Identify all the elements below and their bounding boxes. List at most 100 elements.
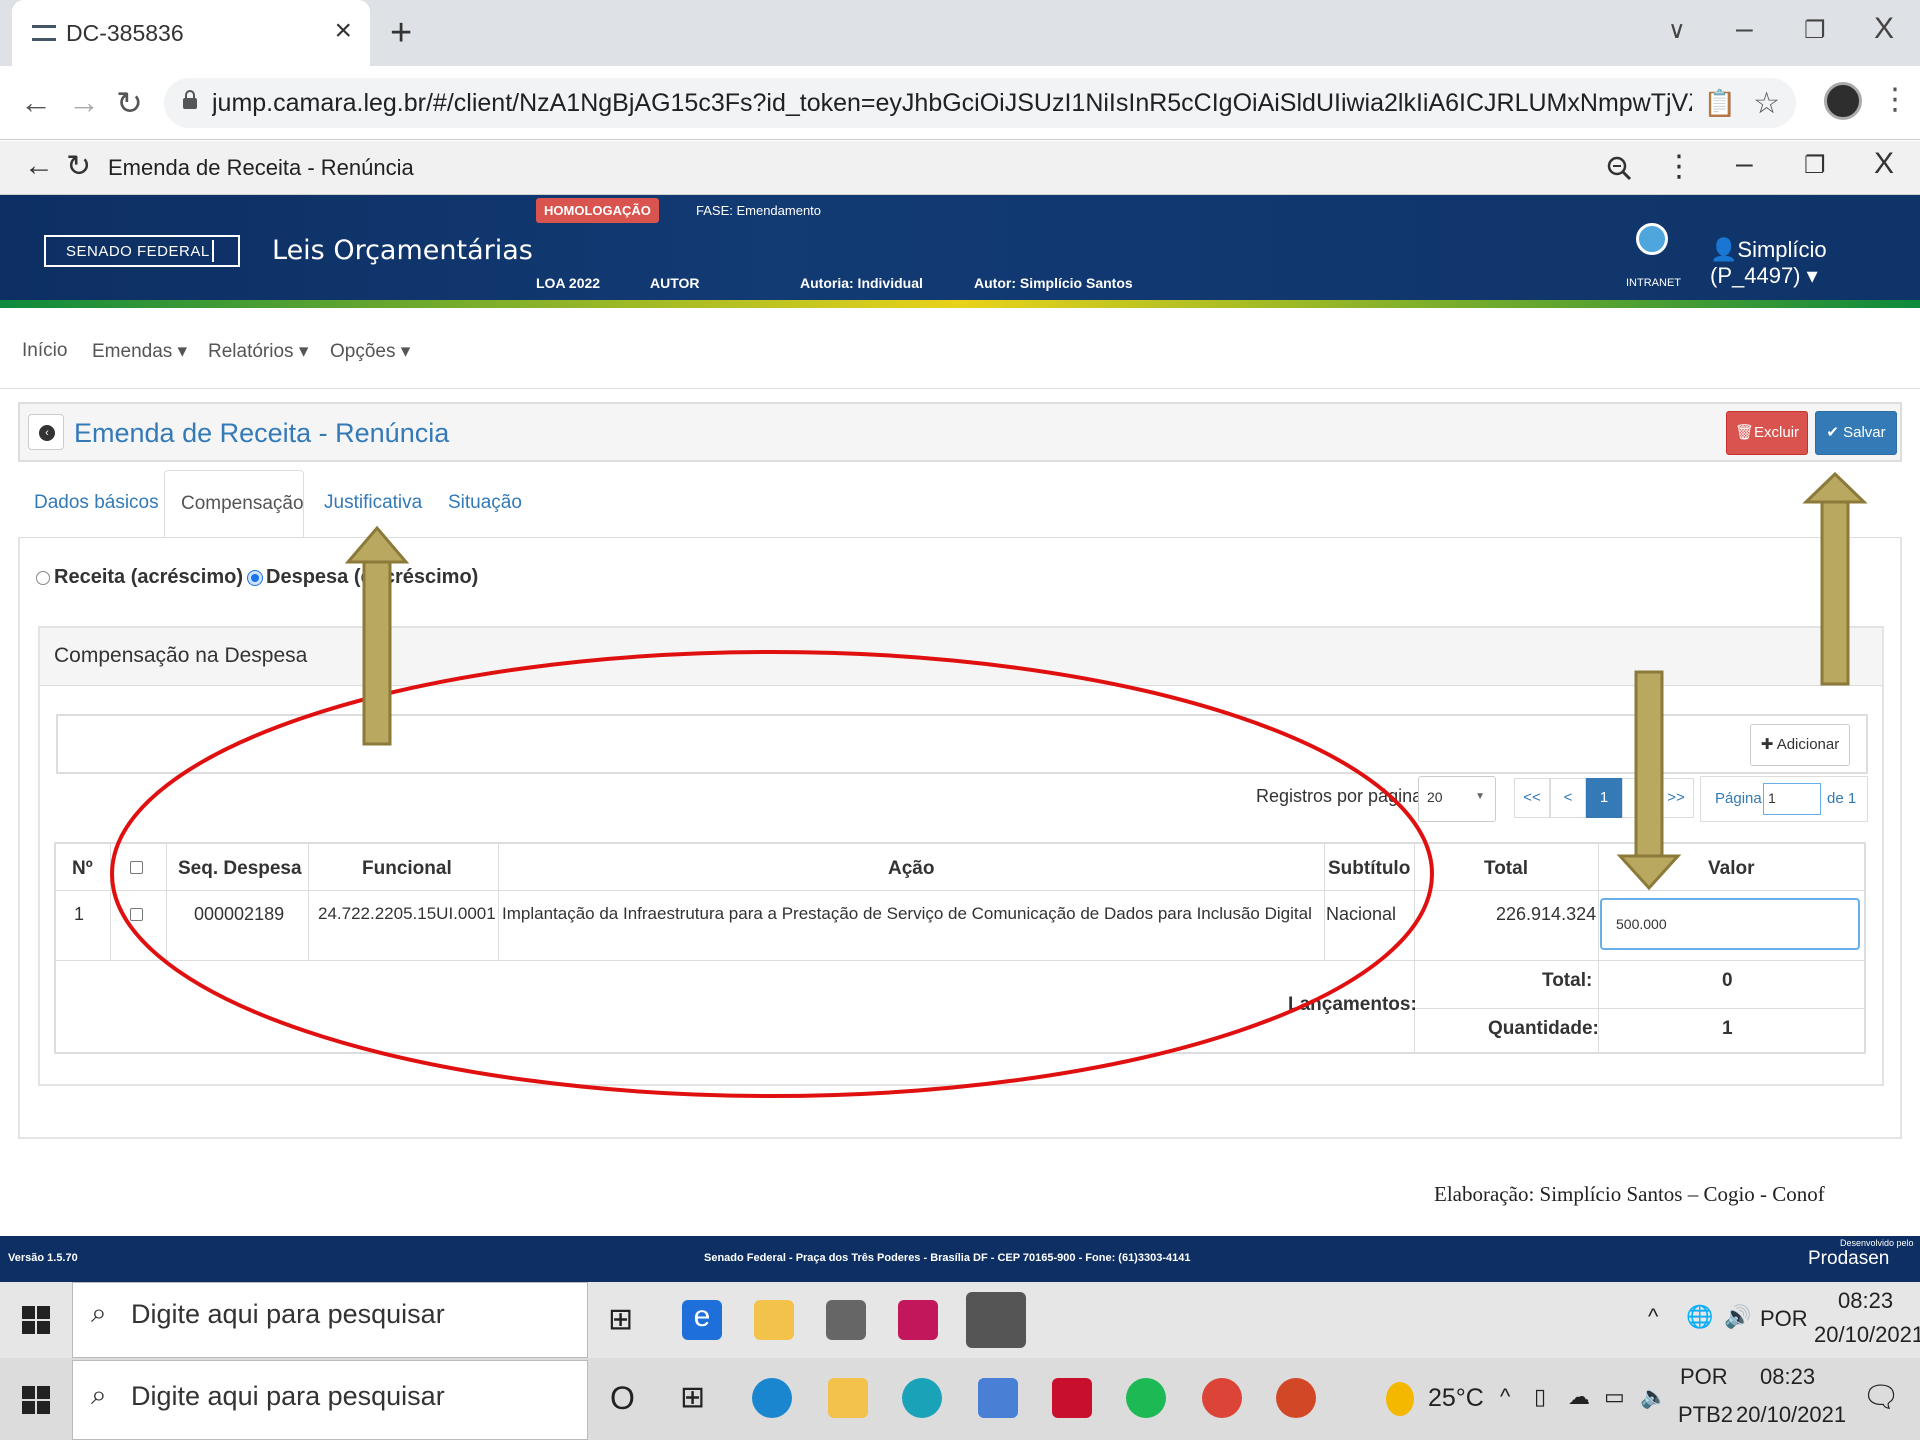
logo-text: SENADO FEDERAL bbox=[66, 243, 210, 260]
tab-justificativa[interactable]: Justificativa bbox=[324, 470, 422, 538]
app-refresh-icon[interactable]: ↻ bbox=[66, 149, 91, 184]
page-input[interactable]: 1 bbox=[1763, 783, 1821, 815]
footer-address: Senado Federal - Praça dos Três Poderes … bbox=[704, 1252, 1191, 1264]
weather-sun-icon[interactable] bbox=[1386, 1382, 1414, 1416]
records-per-page-select[interactable]: 20 ▼ bbox=[1418, 776, 1496, 822]
search-app-icon[interactable] bbox=[902, 1378, 942, 1418]
onedrive-icon[interactable]: ☁ bbox=[1568, 1384, 1590, 1410]
remote-lang[interactable]: POR bbox=[1760, 1306, 1808, 1332]
zoom-icon[interactable] bbox=[1606, 155, 1632, 181]
remote-search-box[interactable]: ⌕ Digite aqui para pesquisar bbox=[72, 1282, 588, 1358]
local-volume-icon[interactable]: 🔈 bbox=[1640, 1384, 1667, 1410]
local-layout[interactable]: PTB2 bbox=[1678, 1402, 1733, 1428]
phase-label: FASE: Emendamento bbox=[696, 203, 822, 218]
tab-title: DC-385836 bbox=[66, 20, 184, 46]
col-header-total: Total bbox=[1484, 858, 1528, 879]
task-view-icon[interactable]: ⊞ bbox=[608, 1302, 633, 1337]
remote-app-icon[interactable] bbox=[966, 1292, 1026, 1348]
tab-search-chevron-icon[interactable]: ∨ bbox=[1668, 16, 1686, 45]
local-tray-chevron-icon[interactable]: ^ bbox=[1500, 1384, 1510, 1410]
network-icon[interactable]: 🌐 bbox=[1686, 1304, 1713, 1330]
browser-tab[interactable]: DC-385836 × bbox=[12, 0, 370, 66]
last-page-button[interactable]: >> bbox=[1658, 778, 1694, 818]
prev-page-button[interactable]: < bbox=[1550, 778, 1586, 818]
new-tab-button[interactable]: + bbox=[390, 12, 412, 55]
tab-situacao[interactable]: Situação bbox=[448, 470, 522, 538]
forward-arrow-icon[interactable]: → bbox=[68, 84, 100, 121]
col-divider bbox=[498, 844, 499, 960]
menu-emendas[interactable]: Emendas ▾ bbox=[92, 340, 187, 363]
version-label: Versão 1.5.70 bbox=[8, 1252, 78, 1264]
access-icon[interactable] bbox=[898, 1300, 938, 1340]
local-search-box[interactable]: ⌕ Digite aqui para pesquisar bbox=[72, 1360, 588, 1440]
tab-close-button[interactable]: × bbox=[334, 14, 352, 48]
app-minimize-button[interactable]: – bbox=[1736, 147, 1753, 181]
cortana-icon[interactable]: O bbox=[610, 1380, 635, 1417]
radio-receita[interactable]: Receita (acréscimo) bbox=[36, 566, 243, 589]
menu-relatorios[interactable]: Relatórios ▾ bbox=[208, 340, 308, 363]
app-restore-button[interactable]: ❐ bbox=[1804, 151, 1826, 180]
browser-menu-icon[interactable]: ⋮ bbox=[1880, 82, 1910, 117]
mcafee-icon[interactable] bbox=[1052, 1378, 1092, 1418]
first-page-button[interactable]: << bbox=[1514, 778, 1550, 818]
local-time: 08:23 bbox=[1760, 1364, 1816, 1389]
row-acao: Implantação da Infraestrutura para a Pre… bbox=[502, 904, 1312, 923]
local-lang[interactable]: POR bbox=[1680, 1364, 1728, 1390]
select-all-checkbox[interactable] bbox=[130, 861, 143, 874]
back-button[interactable]: ‹ bbox=[28, 414, 64, 450]
plus-icon: ✚ bbox=[1760, 736, 1777, 753]
profile-avatar[interactable] bbox=[1824, 82, 1862, 120]
menu-inicio[interactable]: Início bbox=[22, 340, 67, 362]
header-color-strip bbox=[0, 300, 1920, 308]
radio-despesa[interactable]: Despesa (decréscimo) bbox=[248, 566, 478, 589]
row-checkbox[interactable] bbox=[130, 908, 143, 921]
senado-logo[interactable]: SENADO FEDERAL bbox=[44, 235, 240, 267]
weather-temp[interactable]: 25°C bbox=[1428, 1384, 1484, 1413]
next-page-button[interactable]: > bbox=[1622, 778, 1658, 818]
radio-despesa-circle[interactable] bbox=[248, 570, 262, 585]
restore-button[interactable]: ❐ bbox=[1804, 16, 1826, 45]
battery-icon[interactable]: ▭ bbox=[1604, 1384, 1625, 1410]
radio-receita-circle[interactable] bbox=[36, 570, 50, 585]
page-of-label: de 1 bbox=[1827, 790, 1857, 807]
col-header-acao: Ação bbox=[888, 858, 935, 879]
edge-legacy-icon[interactable]: e bbox=[682, 1300, 722, 1340]
app-back-arrow-icon[interactable]: ← bbox=[24, 149, 54, 183]
add-button[interactable]: ✚ Adicionar bbox=[1750, 724, 1850, 766]
app-close-button[interactable]: X bbox=[1874, 147, 1894, 181]
notification-icon[interactable]: 🗨 bbox=[1862, 1380, 1900, 1415]
tab-compensacao[interactable]: Compensação bbox=[164, 470, 304, 538]
omnibox[interactable]: jump.camara.leg.br/#/client/NzA1NgBjAG15… bbox=[164, 78, 1796, 128]
back-arrow-icon[interactable]: ← bbox=[20, 84, 52, 121]
logo-emblem-icon bbox=[212, 240, 236, 262]
menu-opcoes[interactable]: Opções ▾ bbox=[330, 340, 410, 363]
local-windows-start-icon[interactable] bbox=[22, 1386, 50, 1414]
tray-chevron-icon[interactable]: ^ bbox=[1648, 1304, 1658, 1330]
file-explorer-icon[interactable] bbox=[754, 1300, 794, 1340]
local-file-explorer-icon[interactable] bbox=[828, 1378, 868, 1418]
store-icon[interactable] bbox=[826, 1300, 866, 1340]
local-task-view-icon[interactable]: ⊞ bbox=[680, 1380, 705, 1415]
clipboard-icon[interactable]: 📋 bbox=[1704, 88, 1736, 119]
edge-icon[interactable] bbox=[752, 1378, 792, 1418]
windows-start-icon[interactable] bbox=[22, 1306, 50, 1334]
settings-app-icon[interactable] bbox=[978, 1378, 1018, 1418]
user-menu[interactable]: 👤Simplício (P_4497) ▾ bbox=[1710, 237, 1920, 289]
save-button[interactable]: ✔ Salvar bbox=[1815, 411, 1897, 455]
credit-caption: Elaboração: Simplício Santos – Cogio - C… bbox=[1434, 1182, 1825, 1206]
valor-input[interactable]: 500.000 bbox=[1600, 898, 1860, 950]
minimize-button[interactable]: – bbox=[1736, 12, 1753, 46]
chrome-icon[interactable] bbox=[1202, 1378, 1242, 1418]
tab-dados-basicos[interactable]: Dados básicos bbox=[34, 470, 159, 538]
spotify-icon[interactable] bbox=[1126, 1378, 1166, 1418]
powerpoint-icon[interactable] bbox=[1276, 1378, 1316, 1418]
app-menu-icon[interactable]: ⋮ bbox=[1664, 149, 1694, 184]
delete-button[interactable]: 🗑Excluir bbox=[1726, 411, 1808, 455]
meet-icon[interactable]: ▯ bbox=[1534, 1384, 1546, 1410]
intranet-icon[interactable] bbox=[1636, 223, 1668, 255]
bookmark-star-icon[interactable]: ☆ bbox=[1753, 86, 1780, 121]
volume-icon[interactable]: 🔊 bbox=[1724, 1304, 1751, 1330]
reload-icon[interactable]: ↻ bbox=[116, 84, 143, 122]
page-1-button[interactable]: 1 bbox=[1586, 778, 1622, 818]
close-window-button[interactable]: X bbox=[1874, 12, 1894, 46]
